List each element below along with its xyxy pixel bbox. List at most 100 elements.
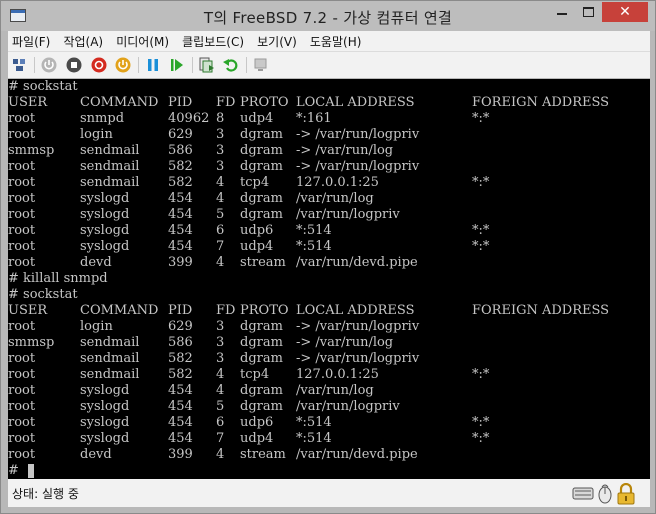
save-button[interactable] [114,56,132,74]
cell-fd: 3 [216,335,225,350]
cell-local-address: *:514 [296,223,332,238]
maximize-icon [582,7,594,17]
sockstat-row: smmsp sendmail 586 3 dgram -> /var/run/log [8,143,650,159]
status-text: 상태: 실행 중 [12,487,79,501]
cell-proto: dgram [240,319,283,334]
menu-media[interactable]: 미디어(M) [112,32,173,52]
ctrl-alt-del-button[interactable] [11,56,29,74]
cell-pid: PID [168,303,193,318]
start-icon [41,57,57,73]
cell-local-address: /var/run/devd.pipe [296,447,418,462]
menu-clipboard[interactable]: 클립보드(C) [178,32,248,52]
sockstat-row: root sendmail 582 4 tcp4 127.0.0.1:25 *:* [8,175,650,191]
cell-foreign-address: *:* [472,175,490,190]
menu-file[interactable]: 파일(F) [8,32,54,52]
cell-fd: 6 [216,415,225,430]
sockstat-row: root snmpd 40962 8 udp4 *:161 *:* [8,111,650,127]
sockstat-row: root syslogd 454 6 udp6 *:514 *:* [8,415,650,431]
cell-command: syslogd [80,399,130,414]
cell-fd: 5 [216,207,225,222]
sockstat-row: root sendmail 582 3 dgram -> /var/run/logpriv [8,159,650,175]
toolbar-separator [138,57,139,73]
vm-console-screen[interactable]: # sockstat USER COMMAND PID FD PROTO LOCAL ADD… [8,79,650,479]
cell-fd: 3 [216,143,225,158]
cell-local-address: *:161 [296,111,332,126]
keyboard-icon [572,483,594,507]
cell-fd: 4 [216,383,225,398]
cell-local-address: /var/run/logpriv [296,207,400,222]
sockstat-row: root sendmail 582 4 tcp4 127.0.0.1:25 *:* [8,367,650,383]
cell-local-address: 127.0.0.1:25 [296,367,379,382]
shut-down-button[interactable] [90,56,108,74]
revert-icon [223,59,238,72]
minimize-icon [557,13,567,15]
menu-help[interactable]: 도움말(H) [306,32,366,52]
cell-fd: 4 [216,255,225,270]
cell-command: sendmail [80,351,140,366]
menu-bar: 파일(F) 작업(A) 미디어(M) 클립보드(C) 보기(V) 도움말(H) [8,31,650,52]
cell-pid: 582 [168,367,193,382]
cell-pid: 582 [168,175,193,190]
cell-user: root [8,159,36,174]
sockstat-row: root syslogd 454 7 udp4 *:514 *:* [8,431,650,447]
minimize-button[interactable] [549,2,575,22]
cell-local-address: *:514 [296,431,332,446]
pause-icon [148,59,158,71]
sockstat-row: root syslogd 454 5 dgram/var/run/logpriv [8,207,650,223]
cell-proto: dgram [240,399,283,414]
cell-user: root [8,111,36,126]
title-bar[interactable]: T의 FreeBSD 7.2 - 가상 컴퓨터 연결 ✕ [1,1,655,31]
cell-proto: tcp4 [240,367,270,382]
enhanced-session-button[interactable] [252,56,270,74]
sockstat-row: root syslogd 454 7 udp4 *:514 *:* [8,239,650,255]
menu-action[interactable]: 작업(A) [59,32,107,52]
cell-fd: FD [216,95,236,110]
cell-proto: stream [240,447,286,462]
sockstat-row: USER COMMAND PID FD PROTO LOCAL ADDRESS FOREIG… [8,303,650,319]
cell-user: smmsp [8,143,55,158]
cell-local-address: /var/run/logpriv [296,399,400,414]
sockstat-row: smmsp sendmail 586 3 dgram -> /var/run/log [8,335,650,351]
cell-pid: 454 [168,399,193,414]
ctrl-alt-del-icon [13,59,25,71]
cell-fd: 7 [216,239,225,254]
cell-pid: 454 [168,415,193,430]
sockstat-row: root sendmail 582 3 dgram -> /var/run/logpriv [8,351,650,367]
cell-user: root [8,239,36,254]
cell-local-address: /var/run/log [296,383,374,398]
cell-fd: 6 [216,223,225,238]
cell-user: root [8,127,36,142]
resume-icon [171,59,183,71]
cell-proto: tcp4 [240,175,270,190]
shell-command-line: # sockstat [8,287,78,302]
cell-foreign-address: *:* [472,223,490,238]
pause-button[interactable] [144,56,162,74]
cell-user: root [8,351,36,366]
revert-button[interactable] [222,56,240,74]
cell-proto: dgram [240,383,283,398]
cell-command: sendmail [80,143,140,158]
cell-pid: 399 [168,255,193,270]
cell-pid: 40962 [168,111,210,126]
cell-user: root [8,319,36,334]
cell-command: sendmail [80,335,140,350]
snapshot-button[interactable] [198,56,216,74]
cell-proto: udp6 [240,415,274,430]
turn-off-icon [66,57,82,73]
cell-fd: 3 [216,127,225,142]
close-icon: ✕ [619,4,631,20]
resume-button[interactable] [168,56,186,74]
cell-foreign-address: FOREIGN ADDRESS [472,303,610,318]
cell-proto: PROTO [240,303,289,318]
cell-fd: 5 [216,399,225,414]
menu-view[interactable]: 보기(V) [253,32,301,52]
cell-foreign-address: *:* [472,111,490,126]
cell-command: snmpd [80,111,125,126]
cell-local-address: -> /var/run/log [296,143,394,158]
maximize-button[interactable] [575,2,601,22]
turn-off-button[interactable] [65,56,83,74]
close-button[interactable]: ✕ [602,2,648,22]
cell-pid: 454 [168,431,193,446]
cell-user: root [8,367,36,382]
start-button[interactable] [40,56,58,74]
